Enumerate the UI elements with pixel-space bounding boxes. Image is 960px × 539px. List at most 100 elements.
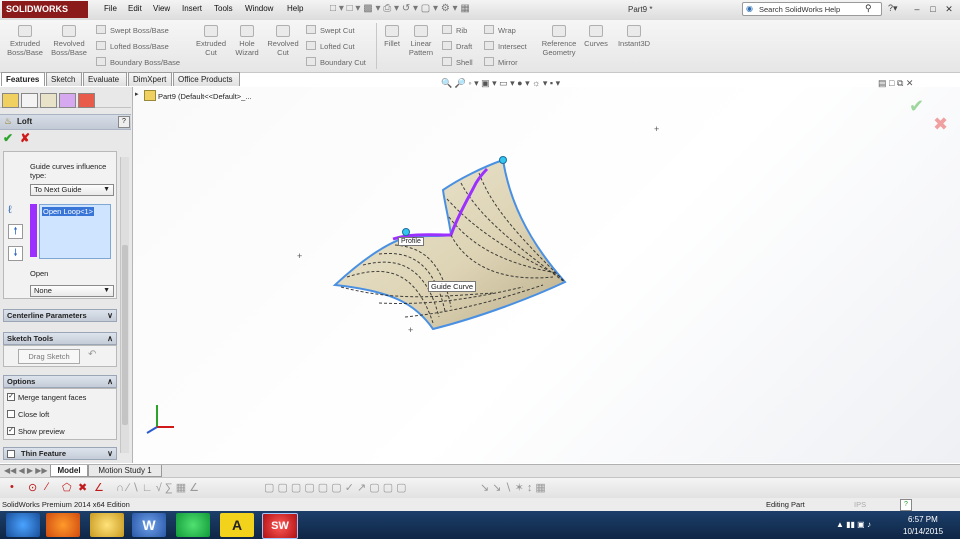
dimxpert-manager-tab-icon[interactable] bbox=[59, 93, 76, 108]
help-button[interactable]: ? bbox=[118, 116, 130, 128]
rib-button[interactable]: Rib bbox=[442, 25, 467, 35]
guide-curves-list[interactable]: Open Loop<1> bbox=[39, 204, 111, 259]
units-label[interactable]: IPS bbox=[854, 498, 866, 511]
autocad-icon[interactable]: A bbox=[220, 513, 254, 537]
file-explorer-icon[interactable] bbox=[90, 513, 124, 537]
open-label: Open bbox=[30, 269, 49, 278]
draft-button[interactable]: Draft bbox=[442, 41, 472, 51]
tab-features[interactable]: Features bbox=[1, 72, 45, 86]
quick-access-icons[interactable]: □ ▾ □ ▾ ▩ ▾ ⎙ ▾ ↺ ▾ ▢ ▾ ⚙ ▾ ▦ bbox=[330, 3, 470, 14]
guide-curve-callout[interactable]: Guide Curve bbox=[428, 281, 477, 292]
revolved-boss-button[interactable]: Revolved Boss/Base bbox=[48, 25, 90, 57]
menu-help[interactable]: Help bbox=[287, 4, 303, 13]
list-item[interactable]: Open Loop<1> bbox=[42, 207, 95, 216]
clock-time[interactable]: 6:57 PM bbox=[908, 515, 938, 524]
drag-sketch-button[interactable]: Drag Sketch bbox=[18, 349, 80, 364]
sketch-tools-section[interactable]: Sketch Tools ∧ bbox=[3, 332, 117, 345]
extruded-cut-label: Extruded Cut bbox=[195, 39, 227, 57]
show-preview-checkbox[interactable]: ✓ bbox=[7, 427, 15, 435]
reference-geometry-button[interactable]: Reference Geometry bbox=[538, 25, 580, 57]
spotify-icon[interactable] bbox=[176, 513, 210, 537]
menu-edit[interactable]: Edit bbox=[128, 4, 142, 13]
boundary-boss-button[interactable]: Boundary Boss/Base bbox=[96, 57, 180, 67]
linear-pattern-button[interactable]: Linear Pattern bbox=[406, 25, 436, 57]
tab-office-products[interactable]: Office Products bbox=[173, 72, 240, 86]
revolved-cut-button[interactable]: Revolved Cut bbox=[264, 25, 302, 57]
search-icon[interactable]: ⚲ bbox=[865, 3, 872, 14]
thin-feature-section[interactable]: Thin Feature ∨ bbox=[3, 447, 117, 460]
loft-preview-model[interactable] bbox=[133, 87, 960, 463]
merge-tangent-checkbox[interactable]: ✓ bbox=[7, 393, 15, 401]
polygon-icon[interactable]: ⬠ bbox=[62, 481, 72, 494]
help-icon[interactable]: ? bbox=[900, 499, 912, 511]
swept-boss-button[interactable]: Swept Boss/Base bbox=[96, 25, 169, 35]
instant3d-button[interactable]: Instant3D bbox=[614, 25, 654, 48]
open-dropdown[interactable]: None ▼ bbox=[30, 285, 114, 297]
lofted-boss-button[interactable]: Lofted Boss/Base bbox=[96, 41, 169, 51]
start-button[interactable] bbox=[6, 513, 40, 537]
tab-dimxpert[interactable]: DimXpert bbox=[128, 72, 172, 86]
panel-scrollbar[interactable] bbox=[120, 157, 129, 453]
view-tools-icons[interactable]: ▢ ▢ ▢ ▢ ▢ ▢ ✓ ↗ ▢ ▢ ▢ bbox=[264, 481, 407, 494]
cancel-button[interactable]: ✘ bbox=[20, 131, 30, 145]
guide-influence-dropdown[interactable]: To Next Guide ▼ bbox=[30, 184, 114, 196]
move-up-button[interactable]: 🠕 bbox=[8, 224, 23, 239]
display-manager-tab-icon[interactable] bbox=[78, 93, 95, 108]
centerline-parameters-section[interactable]: Centerline Parameters ∨ bbox=[3, 309, 117, 322]
graphics-area[interactable]: ▸ Part9 (Default<<Default>_... 🔍 🔎 ◦ ▾ ▣… bbox=[133, 78, 960, 463]
tab-scroll-icons[interactable]: ◀◀ ◀ ▶ ▶▶ bbox=[4, 466, 48, 475]
close-button[interactable]: ✕ bbox=[942, 3, 956, 15]
menu-tools[interactable]: Tools bbox=[214, 4, 233, 13]
swept-cut-button[interactable]: Swept Cut bbox=[306, 25, 355, 35]
menu-file[interactable]: File bbox=[104, 4, 117, 13]
menu-view[interactable]: View bbox=[153, 4, 170, 13]
trim-icon[interactable]: ✖ bbox=[78, 481, 87, 494]
curves-button[interactable]: Curves bbox=[582, 25, 610, 48]
circle-icon[interactable]: ⊙ bbox=[28, 481, 37, 494]
extruded-cut-button[interactable]: Extruded Cut bbox=[192, 25, 230, 57]
transform-icons[interactable]: ↘ ↘ ∖ ✶ ↕ ▦ bbox=[480, 481, 546, 494]
word-icon[interactable]: W bbox=[132, 513, 166, 537]
tab-model[interactable]: Model bbox=[50, 465, 88, 477]
tab-motion-study[interactable]: Motion Study 1 bbox=[88, 465, 162, 477]
lofted-cut-button[interactable]: Lofted Cut bbox=[306, 41, 355, 51]
system-tray-icons[interactable]: ▲ ▮▮ ▣ ♪ bbox=[836, 520, 871, 529]
line-icon[interactable]: ∕ bbox=[46, 481, 48, 493]
thin-feature-checkbox[interactable] bbox=[7, 450, 15, 458]
ok-button[interactable]: ✔ bbox=[3, 131, 13, 145]
options-section[interactable]: Options ∧ bbox=[3, 375, 117, 388]
solidworks-taskbar-icon[interactable]: SW bbox=[262, 513, 298, 539]
revolved-cut-label: Revolved Cut bbox=[267, 39, 299, 57]
fillet-button[interactable]: Fillet bbox=[380, 25, 404, 48]
close-loft-checkbox[interactable] bbox=[7, 410, 15, 418]
undo-icon[interactable]: ↶ bbox=[88, 349, 96, 360]
sketch-relations-icons[interactable]: ∩ ∕ ∖ ∟ √ ∑ ▦ ∠ bbox=[116, 481, 199, 494]
configuration-manager-tab-icon[interactable] bbox=[40, 93, 57, 108]
boundary-cut-button[interactable]: Boundary Cut bbox=[306, 57, 366, 67]
angle-icon[interactable]: ∠ bbox=[94, 481, 104, 494]
search-input[interactable]: ◉ Search SolidWorks Help ⚲ bbox=[742, 2, 882, 16]
scrollbar-thumb[interactable] bbox=[122, 245, 128, 425]
point-icon[interactable]: • bbox=[10, 481, 14, 493]
extruded-boss-button[interactable]: Extruded Boss/Base bbox=[4, 25, 46, 57]
solidworks-logo[interactable]: SOLIDWORKS bbox=[2, 1, 88, 18]
firefox-icon[interactable] bbox=[46, 513, 80, 537]
menu-window[interactable]: Window bbox=[245, 4, 273, 13]
tab-sketch[interactable]: Sketch bbox=[46, 72, 82, 86]
minimize-button[interactable]: – bbox=[910, 3, 924, 15]
shell-button[interactable]: Shell bbox=[442, 57, 473, 67]
clock-date[interactable]: 10/14/2015 bbox=[903, 527, 943, 536]
hole-wizard-button[interactable]: Hole Wizard bbox=[230, 25, 264, 57]
profile-callout[interactable]: Profile bbox=[398, 237, 424, 246]
wrap-button[interactable]: Wrap bbox=[484, 25, 516, 35]
maximize-button[interactable]: □ bbox=[926, 3, 940, 15]
property-manager-tab-icon[interactable] bbox=[21, 93, 38, 108]
move-down-button[interactable]: 🠗 bbox=[8, 246, 23, 261]
help-dropdown-icon[interactable]: ?▾ bbox=[888, 3, 898, 14]
mirror-button[interactable]: Mirror bbox=[484, 57, 518, 67]
tab-evaluate[interactable]: Evaluate bbox=[83, 72, 127, 86]
intersect-button[interactable]: Intersect bbox=[484, 41, 527, 51]
thin-feature-title: Thin Feature bbox=[21, 449, 67, 458]
feature-manager-tab-icon[interactable] bbox=[2, 93, 19, 108]
menu-insert[interactable]: Insert bbox=[182, 4, 202, 13]
